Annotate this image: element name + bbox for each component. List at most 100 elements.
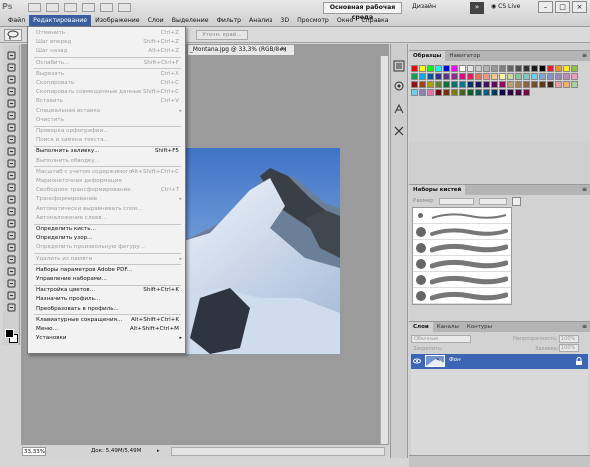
properties-panel-icon[interactable] [393,80,405,92]
color-swatch[interactable] [539,65,546,72]
color-swatch[interactable] [419,89,426,96]
color-swatch[interactable] [499,73,506,80]
color-swatch[interactable] [467,81,474,88]
tools-panel-icon[interactable] [393,125,405,137]
color-swatch[interactable] [547,73,554,80]
edit-menu-item[interactable]: Клавиатурные сокращения... Alt+Shift+Ctrl… [28,316,185,325]
tab-navigator[interactable]: Навигатор [445,51,484,61]
menu-view[interactable]: Просмотр [293,15,333,26]
brush-preset-item[interactable] [413,240,511,256]
color-swatch[interactable] [499,81,506,88]
color-swatch[interactable] [443,81,450,88]
dodge-tool-icon[interactable] [6,207,17,216]
blur-tool-icon[interactable] [6,195,17,204]
edit-menu-item[interactable]: Установки ▸ [28,334,185,343]
color-swatch[interactable] [491,73,498,80]
color-swatch[interactable] [443,73,450,80]
lasso-tool-icon[interactable] [6,75,17,84]
color-swatch[interactable] [491,65,498,72]
color-swatch[interactable] [451,89,458,96]
color-swatch[interactable] [411,65,418,72]
color-swatch[interactable] [499,65,506,72]
3d-rotate-tool-icon[interactable] [6,267,17,276]
eraser-tool-icon[interactable] [6,171,17,180]
refine-edge-button[interactable]: Уточн. край... [196,30,248,40]
edit-menu-item[interactable]: Преобразовать в профиль... [28,305,185,314]
eyedropper-tool-icon[interactable] [6,111,17,120]
color-swatch[interactable] [419,73,426,80]
color-swatch[interactable] [507,73,514,80]
tab-layers[interactable]: Слои [409,322,433,332]
color-swatch[interactable] [563,65,570,72]
color-swatch[interactable] [531,65,538,72]
color-swatch[interactable] [547,65,554,72]
color-swatch[interactable] [467,89,474,96]
brush-tool-icon[interactable] [6,135,17,144]
color-swatch[interactable] [523,81,530,88]
color-swatch[interactable] [507,89,514,96]
color-swatch[interactable] [427,73,434,80]
tab-swatches[interactable]: Образцы [409,51,446,61]
color-swatch[interactable] [459,73,466,80]
layer-row-background[interactable]: Фон [411,354,588,369]
menu-image[interactable]: Изображение [91,15,144,26]
arrange-documents-icon[interactable] [100,3,113,12]
color-swatch[interactable] [435,73,442,80]
history-panel-icon[interactable] [393,60,405,72]
shape-tool-icon[interactable] [6,255,17,264]
color-swatch[interactable] [443,65,450,72]
brush-preset-item[interactable] [413,256,511,272]
zoom-tool-icon[interactable] [6,303,17,312]
path-select-tool-icon[interactable] [6,243,17,252]
crop-tool-icon[interactable] [6,99,17,108]
hand-tool-icon[interactable] [6,291,17,300]
color-swatch[interactable] [547,81,554,88]
menu-filter[interactable]: Фильтр [213,15,245,26]
horizontal-scrollbar[interactable] [171,447,385,456]
color-swatch[interactable] [411,81,418,88]
edit-menu-item[interactable]: Выполнить заливку... Shift+F5 [28,147,185,156]
clone-stamp-tool-icon[interactable] [6,147,17,156]
brush-size-slider[interactable] [439,198,474,205]
color-swatch[interactable] [451,81,458,88]
screen-mode-icon[interactable] [118,3,131,12]
gradient-tool-icon[interactable] [6,183,17,192]
color-swatch[interactable] [491,89,498,96]
color-swatch[interactable] [555,65,562,72]
color-swatch[interactable] [491,81,498,88]
color-swatch[interactable] [571,81,578,88]
color-swatch[interactable] [523,65,530,72]
color-swatch[interactable] [443,89,450,96]
mini-bridge-icon[interactable] [46,3,59,12]
minimize-button[interactable]: – [538,1,553,13]
color-swatch[interactable] [419,81,426,88]
brush-size-field[interactable] [479,198,507,205]
color-swatch[interactable] [467,73,474,80]
color-swatch[interactable] [475,65,482,72]
color-swatch[interactable] [563,81,570,88]
pen-tool-icon[interactable] [6,219,17,228]
color-swatch[interactable] [459,89,466,96]
color-swatch[interactable] [499,89,506,96]
color-swatch[interactable] [515,81,522,88]
swatches-panel-menu-icon[interactable]: ≡ [582,52,587,60]
color-swatch[interactable] [483,73,490,80]
edit-menu-item[interactable]: Меню... Alt+Shift+Ctrl+M [28,325,185,334]
color-swatch[interactable] [435,89,442,96]
menu-file[interactable]: Файл [4,15,29,26]
brush-preset-item[interactable] [413,208,511,224]
move-tool-icon[interactable] [6,51,17,60]
layers-panel-menu-icon[interactable]: ≡ [582,323,587,331]
zoom-level-icon[interactable] [82,3,95,12]
color-swatch[interactable] [507,65,514,72]
edit-menu-item[interactable]: Определить кисть... [28,225,185,234]
maximize-button[interactable]: □ [555,1,570,13]
color-swatch[interactable] [475,81,482,88]
zoom-field[interactable]: 33,33% [22,447,46,456]
color-swatch[interactable] [523,73,530,80]
brush-preset-item[interactable] [413,272,511,288]
tab-channels[interactable]: Каналы [433,322,463,332]
color-swatch[interactable] [475,73,482,80]
color-swatch[interactable] [539,81,546,88]
color-swatch[interactable] [515,65,522,72]
